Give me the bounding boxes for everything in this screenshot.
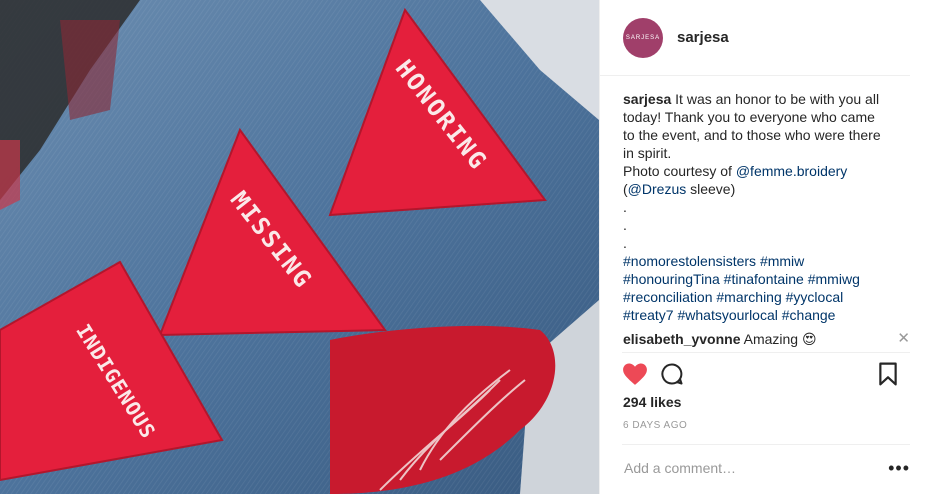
post-timestamp[interactable]: 6 DAYS AGO bbox=[623, 420, 687, 431]
post-side-panel: SARJESA sarjesa sarjesa It was an honor … bbox=[599, 0, 932, 494]
close-icon[interactable]: ✕ bbox=[897, 330, 910, 348]
comment-text: Amazing 😍 bbox=[743, 331, 817, 347]
hashtags-line[interactable]: #honouringTina #tinafontaine #mmiwg bbox=[623, 270, 910, 288]
mention-drezus[interactable]: @Drezus bbox=[628, 181, 687, 197]
post-header: SARJESA sarjesa bbox=[600, 0, 910, 76]
caption-line: in spirit. bbox=[623, 145, 672, 161]
likes-count[interactable]: 294 likes bbox=[623, 394, 681, 410]
mention-femme-broidery[interactable]: @femme.broidery bbox=[736, 163, 847, 179]
hashtags-line[interactable]: #nomorestolensisters #mmiw bbox=[623, 252, 910, 270]
caption-dot: . bbox=[623, 199, 627, 215]
hashtags-line[interactable]: #reconciliation #marching #yyclocal bbox=[623, 288, 910, 306]
post-photo[interactable]: HONORING MISSING INDIGENOUS bbox=[0, 0, 599, 494]
instagram-post: HONORING MISSING INDIGENOUS SARJESA sarj… bbox=[0, 0, 932, 494]
caption-line: today! Thank you to everyone who came bbox=[623, 109, 875, 125]
caption-paren: sleeve) bbox=[686, 181, 736, 197]
avatar[interactable]: SARJESA bbox=[623, 17, 663, 58]
caption-line: to the event, and to those who were ther… bbox=[623, 127, 881, 143]
caption: sarjesa It was an honor to be with you a… bbox=[600, 76, 932, 324]
caption-credit: Photo courtesy of bbox=[623, 163, 736, 179]
bookmark-icon[interactable] bbox=[878, 362, 898, 391]
action-bar bbox=[622, 352, 910, 399]
heart-icon[interactable] bbox=[622, 362, 648, 391]
avatar-text: SARJESA bbox=[625, 34, 661, 41]
header-username[interactable]: sarjesa bbox=[677, 29, 729, 46]
add-comment-input[interactable] bbox=[622, 459, 889, 477]
comment-username[interactable]: elisabeth_yvonne bbox=[623, 331, 741, 347]
comment-icon[interactable] bbox=[660, 362, 684, 391]
caption-username[interactable]: sarjesa bbox=[623, 91, 671, 107]
comment-row: elisabeth_yvonne Amazing 😍 ✕ bbox=[600, 324, 932, 348]
caption-line: It was an honor to be with you all bbox=[675, 91, 880, 107]
more-icon[interactable]: ••• bbox=[888, 458, 910, 479]
caption-dot: . bbox=[623, 217, 627, 233]
denim-jacket-image: HONORING MISSING INDIGENOUS bbox=[0, 0, 599, 494]
caption-dot: . bbox=[623, 235, 627, 251]
add-comment-bar: ••• bbox=[622, 444, 910, 491]
hashtags-line[interactable]: #treaty7 #whatsyourlocal #change bbox=[623, 306, 910, 324]
